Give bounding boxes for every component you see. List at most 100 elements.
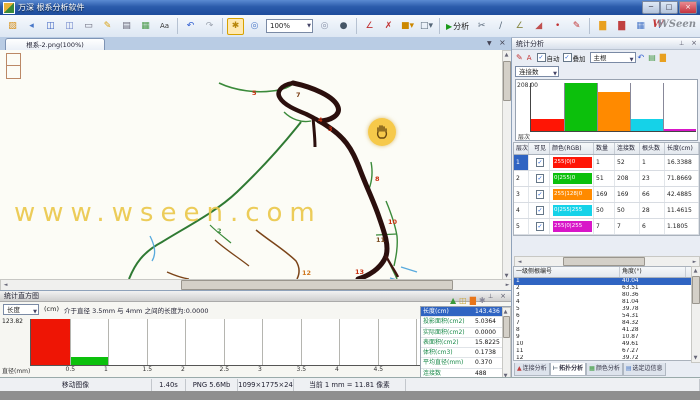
table-row[interactable]: 654.31 — [514, 313, 699, 320]
summary-scrollbar[interactable]: ▲▼ — [502, 307, 511, 381]
summary-row[interactable]: 长度(cm)143.436 — [421, 307, 511, 317]
tab-颜色分析[interactable]: ▦颜色分析 — [586, 363, 623, 376]
summary-row[interactable]: 表面积(cm2)15.8225 — [421, 338, 511, 348]
scroll-down-icon[interactable]: ▼ — [691, 354, 700, 362]
summary-row[interactable]: 投影面积(cm2)5.0364 — [421, 317, 511, 327]
table-row[interactable]: 910.87 — [514, 334, 699, 341]
scroll-left-icon[interactable]: ◄ — [1, 281, 10, 289]
chart-icon[interactable]: ▇ — [660, 53, 666, 62]
line-chart-icon[interactable]: ▲ — [450, 295, 456, 306]
edit-pencil-icon[interactable]: ✎ — [99, 18, 116, 35]
export-icon[interactable]: ▤ — [118, 18, 135, 35]
zoom-out-icon[interactable]: ◎ — [316, 18, 333, 35]
auto-checkbox[interactable]: ✓ — [537, 53, 546, 62]
table-row[interactable]: 4✓0|255|25550502811.4615 — [514, 203, 699, 219]
layer-cell[interactable]: 2 — [514, 171, 529, 186]
summary-row[interactable]: 实际面积(cm2)0.0000 — [421, 328, 511, 338]
angle-table-scrollbar[interactable]: ▲ ▼ — [691, 266, 700, 363]
bar-chart-icon[interactable]: ▇ — [594, 18, 611, 35]
brush-icon[interactable]: ✎ — [568, 18, 585, 35]
text-icon[interactable]: Aa — [156, 18, 173, 35]
scroll-up-icon[interactable]: ▲ — [502, 308, 509, 316]
table-row[interactable]: 3✓255|128|01691696642.4885 — [514, 187, 699, 203]
mark-icon[interactable]: ✗ — [380, 18, 397, 35]
scroll-up-icon[interactable]: ▲ — [502, 51, 511, 59]
path-icon[interactable]: ∕ — [492, 18, 509, 35]
summary-row[interactable]: 体积(cm3)0.1738 — [421, 348, 511, 358]
visible-checkbox[interactable]: ✓ — [536, 158, 543, 167]
visible-checkbox[interactable]: ✓ — [536, 174, 543, 183]
table-row[interactable]: 841.28 — [514, 327, 699, 334]
view-icon[interactable]: ● — [335, 18, 352, 35]
root-type-select[interactable]: 主根▼ — [590, 52, 636, 63]
save-icon[interactable]: ◫ — [42, 18, 59, 35]
table-row[interactable]: 481.04 — [514, 299, 699, 306]
tab-close-icon[interactable]: × — [499, 38, 506, 47]
tab-拓扑分析[interactable]: ⊢拓扑分析 — [550, 363, 587, 376]
scroll-thumb[interactable] — [563, 257, 645, 266]
table-row[interactable]: 2✓0|255|0512082371.8669 — [514, 171, 699, 187]
overlay-checkbox[interactable]: ✓ — [563, 53, 572, 62]
layer-cell[interactable]: 5 — [514, 219, 529, 234]
scroll-left-icon[interactable]: ◄ — [515, 258, 524, 266]
save-as-icon[interactable]: ◫ — [61, 18, 78, 35]
table-row[interactable]: 5✓255|0|2557761.1805 — [514, 219, 699, 235]
image-icon[interactable]: ▦ — [137, 18, 154, 35]
erase-icon[interactable]: ◢ — [530, 18, 547, 35]
table-row[interactable]: 140.04 — [514, 278, 699, 285]
scroll-thumb[interactable] — [503, 61, 511, 101]
report-icon[interactable]: ▤ — [648, 53, 656, 62]
measure-icon[interactable]: ∠ — [361, 18, 378, 35]
undo-icon[interactable]: ↶ — [638, 53, 645, 62]
settings-gear-icon[interactable]: ✱ — [479, 295, 486, 306]
angle-icon[interactable]: ∠ — [511, 18, 528, 35]
pin-icon[interactable]: ⊥ — [679, 40, 686, 47]
scroll-thumb[interactable] — [692, 276, 700, 304]
summary-row[interactable]: 平均直径(mm)0.370 — [421, 358, 511, 368]
histogram-metric-select[interactable]: 长度▼ — [3, 304, 39, 315]
grid-icon[interactable]: ▦ — [632, 18, 649, 35]
point-icon[interactable]: • — [549, 18, 566, 35]
scroll-thumb[interactable] — [503, 316, 510, 338]
open-icon[interactable]: ▨ — [4, 18, 21, 35]
table-row[interactable]: 263.51 — [514, 285, 699, 292]
maximize-button[interactable]: □ — [660, 1, 678, 14]
table-row[interactable]: 1049.61 — [514, 341, 699, 348]
tab-连接分析[interactable]: ▲连接分析 — [514, 363, 550, 376]
scroll-right-icon[interactable]: ► — [690, 258, 699, 266]
table-row[interactable]: 784.32 — [514, 320, 699, 327]
visible-checkbox[interactable]: ✓ — [536, 190, 543, 199]
table-row[interactable]: 1✓255|0|0152116.3388 — [514, 155, 699, 171]
minimize-button[interactable]: ─ — [642, 1, 660, 14]
stats-icon[interactable]: ▇ — [613, 18, 630, 35]
shape-dropdown-icon[interactable]: □▾ — [418, 18, 435, 35]
table-row[interactable]: 380.36 — [514, 292, 699, 299]
layer-cell[interactable]: 4 — [514, 203, 529, 218]
image-canvas[interactable]: www.wseen.com 75438101113122 — [0, 50, 511, 279]
table-row[interactable]: 1167.27 — [514, 348, 699, 355]
print-icon[interactable]: ▭ — [80, 18, 97, 35]
import-icon[interactable]: ◂ — [23, 18, 40, 35]
table-row[interactable]: 1239.72 — [514, 355, 699, 362]
redo-icon[interactable]: ↷ — [201, 18, 218, 35]
table-row[interactable]: 539.78 — [514, 306, 699, 313]
zoom-level-select[interactable]: 100%▼ — [266, 19, 313, 33]
label-a-icon[interactable]: A — [527, 54, 532, 62]
close-button[interactable]: × — [679, 1, 697, 14]
panel-close-icon[interactable]: × — [691, 39, 697, 48]
scroll-thumb[interactable] — [181, 280, 453, 290]
zoom-tool-icon[interactable]: ◎ — [246, 18, 263, 35]
analyze-button[interactable]: ▶分析 — [446, 21, 469, 32]
undo-icon[interactable]: ↶ — [182, 18, 199, 35]
tab-list-dropdown-icon[interactable]: ▼ — [487, 40, 492, 47]
color-dropdown-icon[interactable]: ■▾ — [399, 18, 416, 35]
layer-cell[interactable]: 3 — [514, 187, 529, 202]
scroll-up-icon[interactable]: ▲ — [691, 267, 700, 275]
visible-checkbox[interactable]: ✓ — [536, 222, 543, 231]
tab-选定边信息[interactable]: ▤选定边信息 — [623, 363, 666, 376]
hand-tool-icon[interactable]: ✱ — [227, 18, 244, 35]
layer-cell[interactable]: 1 — [514, 155, 529, 170]
cut-icon[interactable]: ✂ — [473, 18, 490, 35]
pencil-icon[interactable]: ✎ — [516, 53, 523, 62]
bar-chart-icon[interactable]: ▇ — [470, 295, 476, 306]
